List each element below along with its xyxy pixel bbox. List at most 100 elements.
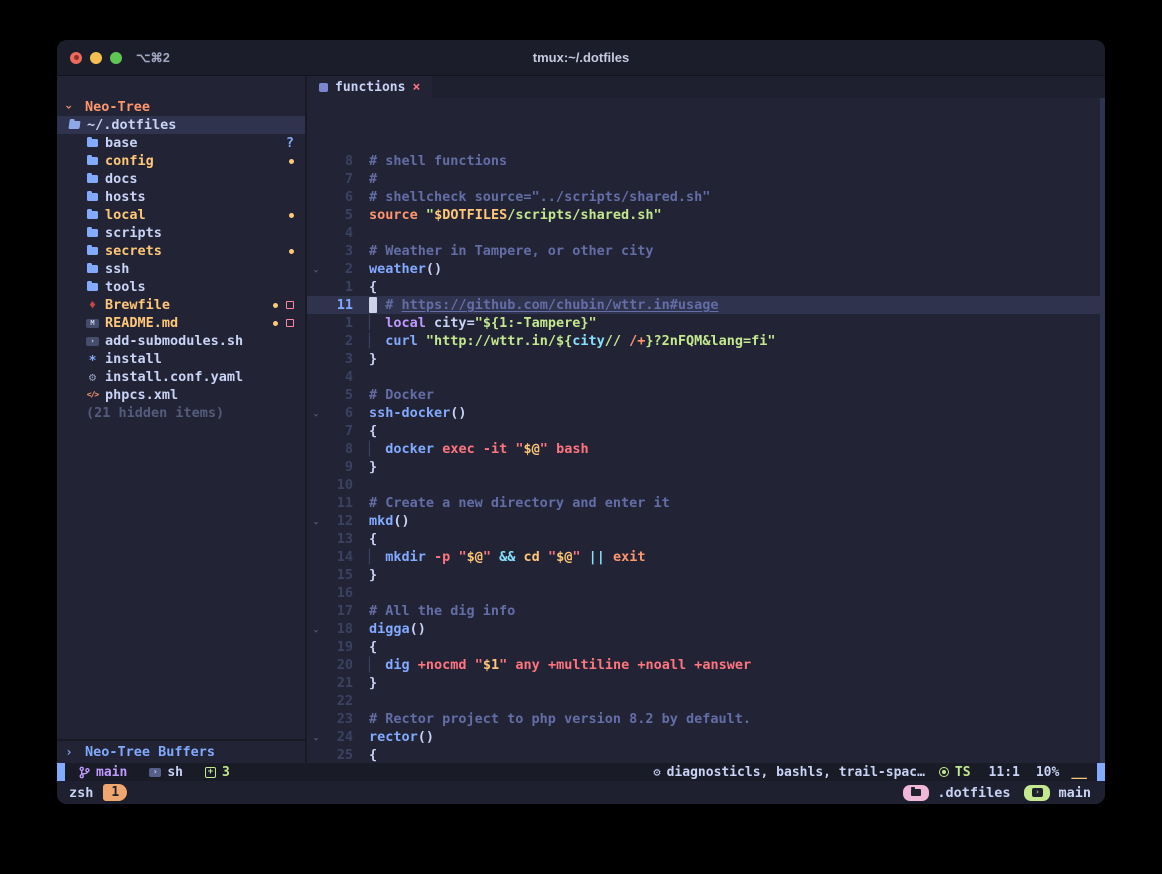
code-line[interactable]: 1▏ local city="${1:-Tampere}" [307,314,1105,332]
tree-item-secrets[interactable]: secrets [57,242,305,260]
line-number: 14 [323,548,353,566]
tab-close-icon[interactable]: × [412,80,420,95]
git-untracked-badge: ? [286,134,294,152]
tmux-session-name[interactable]: zsh [69,785,93,801]
line-number: 13 [323,530,353,548]
tree-item-ssh[interactable]: ssh [57,260,305,278]
code-line[interactable]: 5source "$DOTFILES/scripts/shared.sh" [307,206,1105,224]
line-number: 5 [323,206,353,224]
code-line[interactable]: 17# All the dig info [307,602,1105,620]
shell-script-icon: › [86,337,99,346]
fold-chevron-icon: › [307,733,324,745]
line-number: 2 [323,260,353,278]
code-line[interactable]: 20▏ dig +nocmd "$1" any +multiline +noal… [307,656,1105,674]
line-number: 9 [323,458,353,476]
tree-item-label: install [105,350,162,368]
tree-item-label: local [105,206,146,224]
code-line[interactable]: 11# Create a new directory and enter it [307,494,1105,512]
code-line[interactable]: 21} [307,674,1105,692]
tree-item-label: phpcs.xml [105,386,178,404]
plus-box-icon [205,767,216,778]
tree-item-scripts[interactable]: scripts [57,224,305,242]
code-line[interactable]: ›24rector() [307,728,1105,746]
chevron-right-icon: › [63,743,75,761]
tabline: functions × [307,76,1105,98]
tree-item-base[interactable]: base? [57,134,305,152]
line-number: 6 [323,188,353,206]
git-status-badge [286,301,294,309]
code-line[interactable]: 23# Rector project to php version 8.2 by… [307,710,1105,728]
neotree-buffers-header[interactable]: › Neo-Tree Buffers [57,739,305,763]
fold-chevron-icon: › [307,265,324,277]
tmux-directory: .dotfiles [937,785,1010,801]
tree-item-config[interactable]: config [57,152,305,170]
close-window-button[interactable] [70,52,82,64]
code-line[interactable]: 8▏ docker exec -it "$@" bash [307,440,1105,458]
folder-open-icon [68,121,81,129]
fold-chevron-icon: › [307,625,324,637]
tree-item-readme-md[interactable]: MREADME.md [57,314,305,332]
line-number: 7 [323,170,353,188]
minimize-window-button[interactable] [90,52,102,64]
code-line[interactable]: 1{ [307,278,1105,296]
brew-icon: ♦ [89,296,96,314]
statusline-end-block [1097,763,1105,781]
folder-icon [87,229,98,237]
code-line[interactable]: 16 [307,584,1105,602]
code-line[interactable]: 3} [307,350,1105,368]
code-line[interactable]: 9} [307,458,1105,476]
code-line[interactable]: 13{ [307,530,1105,548]
tree-item-phpcs-xml[interactable]: </>phpcs.xml [57,386,305,404]
line-number: 19 [323,638,353,656]
tree-item-install[interactable]: ∗install [57,350,305,368]
line-number: 3 [323,242,353,260]
line-number: 11 [323,494,353,512]
code-buffer[interactable]: 8# shell functions7#6# shellcheck source… [307,98,1105,763]
line-number: 2 [323,332,353,350]
code-line[interactable]: 2▏ curl "http://wttr.in/${city// /+}?2nF… [307,332,1105,350]
code-line[interactable]: 7{ [307,422,1105,440]
code-line[interactable]: 7# [307,170,1105,188]
tree-item-tools[interactable]: tools [57,278,305,296]
code-line-current[interactable]: 11 # https://github.com/chubin/wttr.in#u… [307,296,1105,314]
tree-item-docs[interactable]: docs [57,170,305,188]
tree-item-label: scripts [105,224,162,242]
code-line[interactable]: ›2weather() [307,260,1105,278]
git-modified-badge [289,159,294,164]
tree-item-label: config [105,152,154,170]
code-line[interactable]: 22 [307,692,1105,710]
tree-item-root[interactable]: ~/.dotfiles [57,116,305,134]
mode-indicator-block [57,763,65,781]
line-number: 22 [323,692,353,710]
tab-functions[interactable]: functions × [307,76,432,98]
tree-item-label: docs [105,170,138,188]
code-line[interactable]: 6# shellcheck source="../scripts/shared.… [307,188,1105,206]
tree-item-local[interactable]: local [57,206,305,224]
code-line[interactable]: ›18digga() [307,620,1105,638]
code-line[interactable]: ›6ssh-docker() [307,404,1105,422]
tmux-window-badge[interactable]: 1 [103,784,127,801]
line-number: 25 [323,746,353,763]
tree-item-add-submodules-sh[interactable]: ›add-submodules.sh [57,332,305,350]
chevron-down-icon: › [60,101,78,113]
tree-item-hosts[interactable]: hosts [57,188,305,206]
code-line[interactable]: 8# shell functions [307,152,1105,170]
zoom-window-button[interactable] [110,52,122,64]
code-line[interactable]: 5# Docker [307,386,1105,404]
code-line[interactable]: 14▏ mkdir -p "$@" && cd "$@" || exit [307,548,1105,566]
code-line[interactable]: 10 [307,476,1105,494]
git-modified-badge [273,303,278,308]
code-line[interactable]: 4 [307,224,1105,242]
folder-icon [87,211,98,219]
code-line[interactable]: 3# Weather in Tampere, or other city [307,242,1105,260]
code-line[interactable]: 19{ [307,638,1105,656]
code-line[interactable]: 15} [307,566,1105,584]
code-line[interactable]: 4 [307,368,1105,386]
code-line[interactable]: 25{ [307,746,1105,763]
line-number: 17 [323,602,353,620]
code-line[interactable]: ›12mkd() [307,512,1105,530]
tree-item-brewfile[interactable]: ♦Brewfile [57,296,305,314]
statusline: main › sh 3 ⚙ diagnosticls, bashls, trai… [57,763,1105,781]
circle-dot-icon [939,767,949,777]
tree-item-install-conf-yaml[interactable]: ⚙install.conf.yaml [57,368,305,386]
